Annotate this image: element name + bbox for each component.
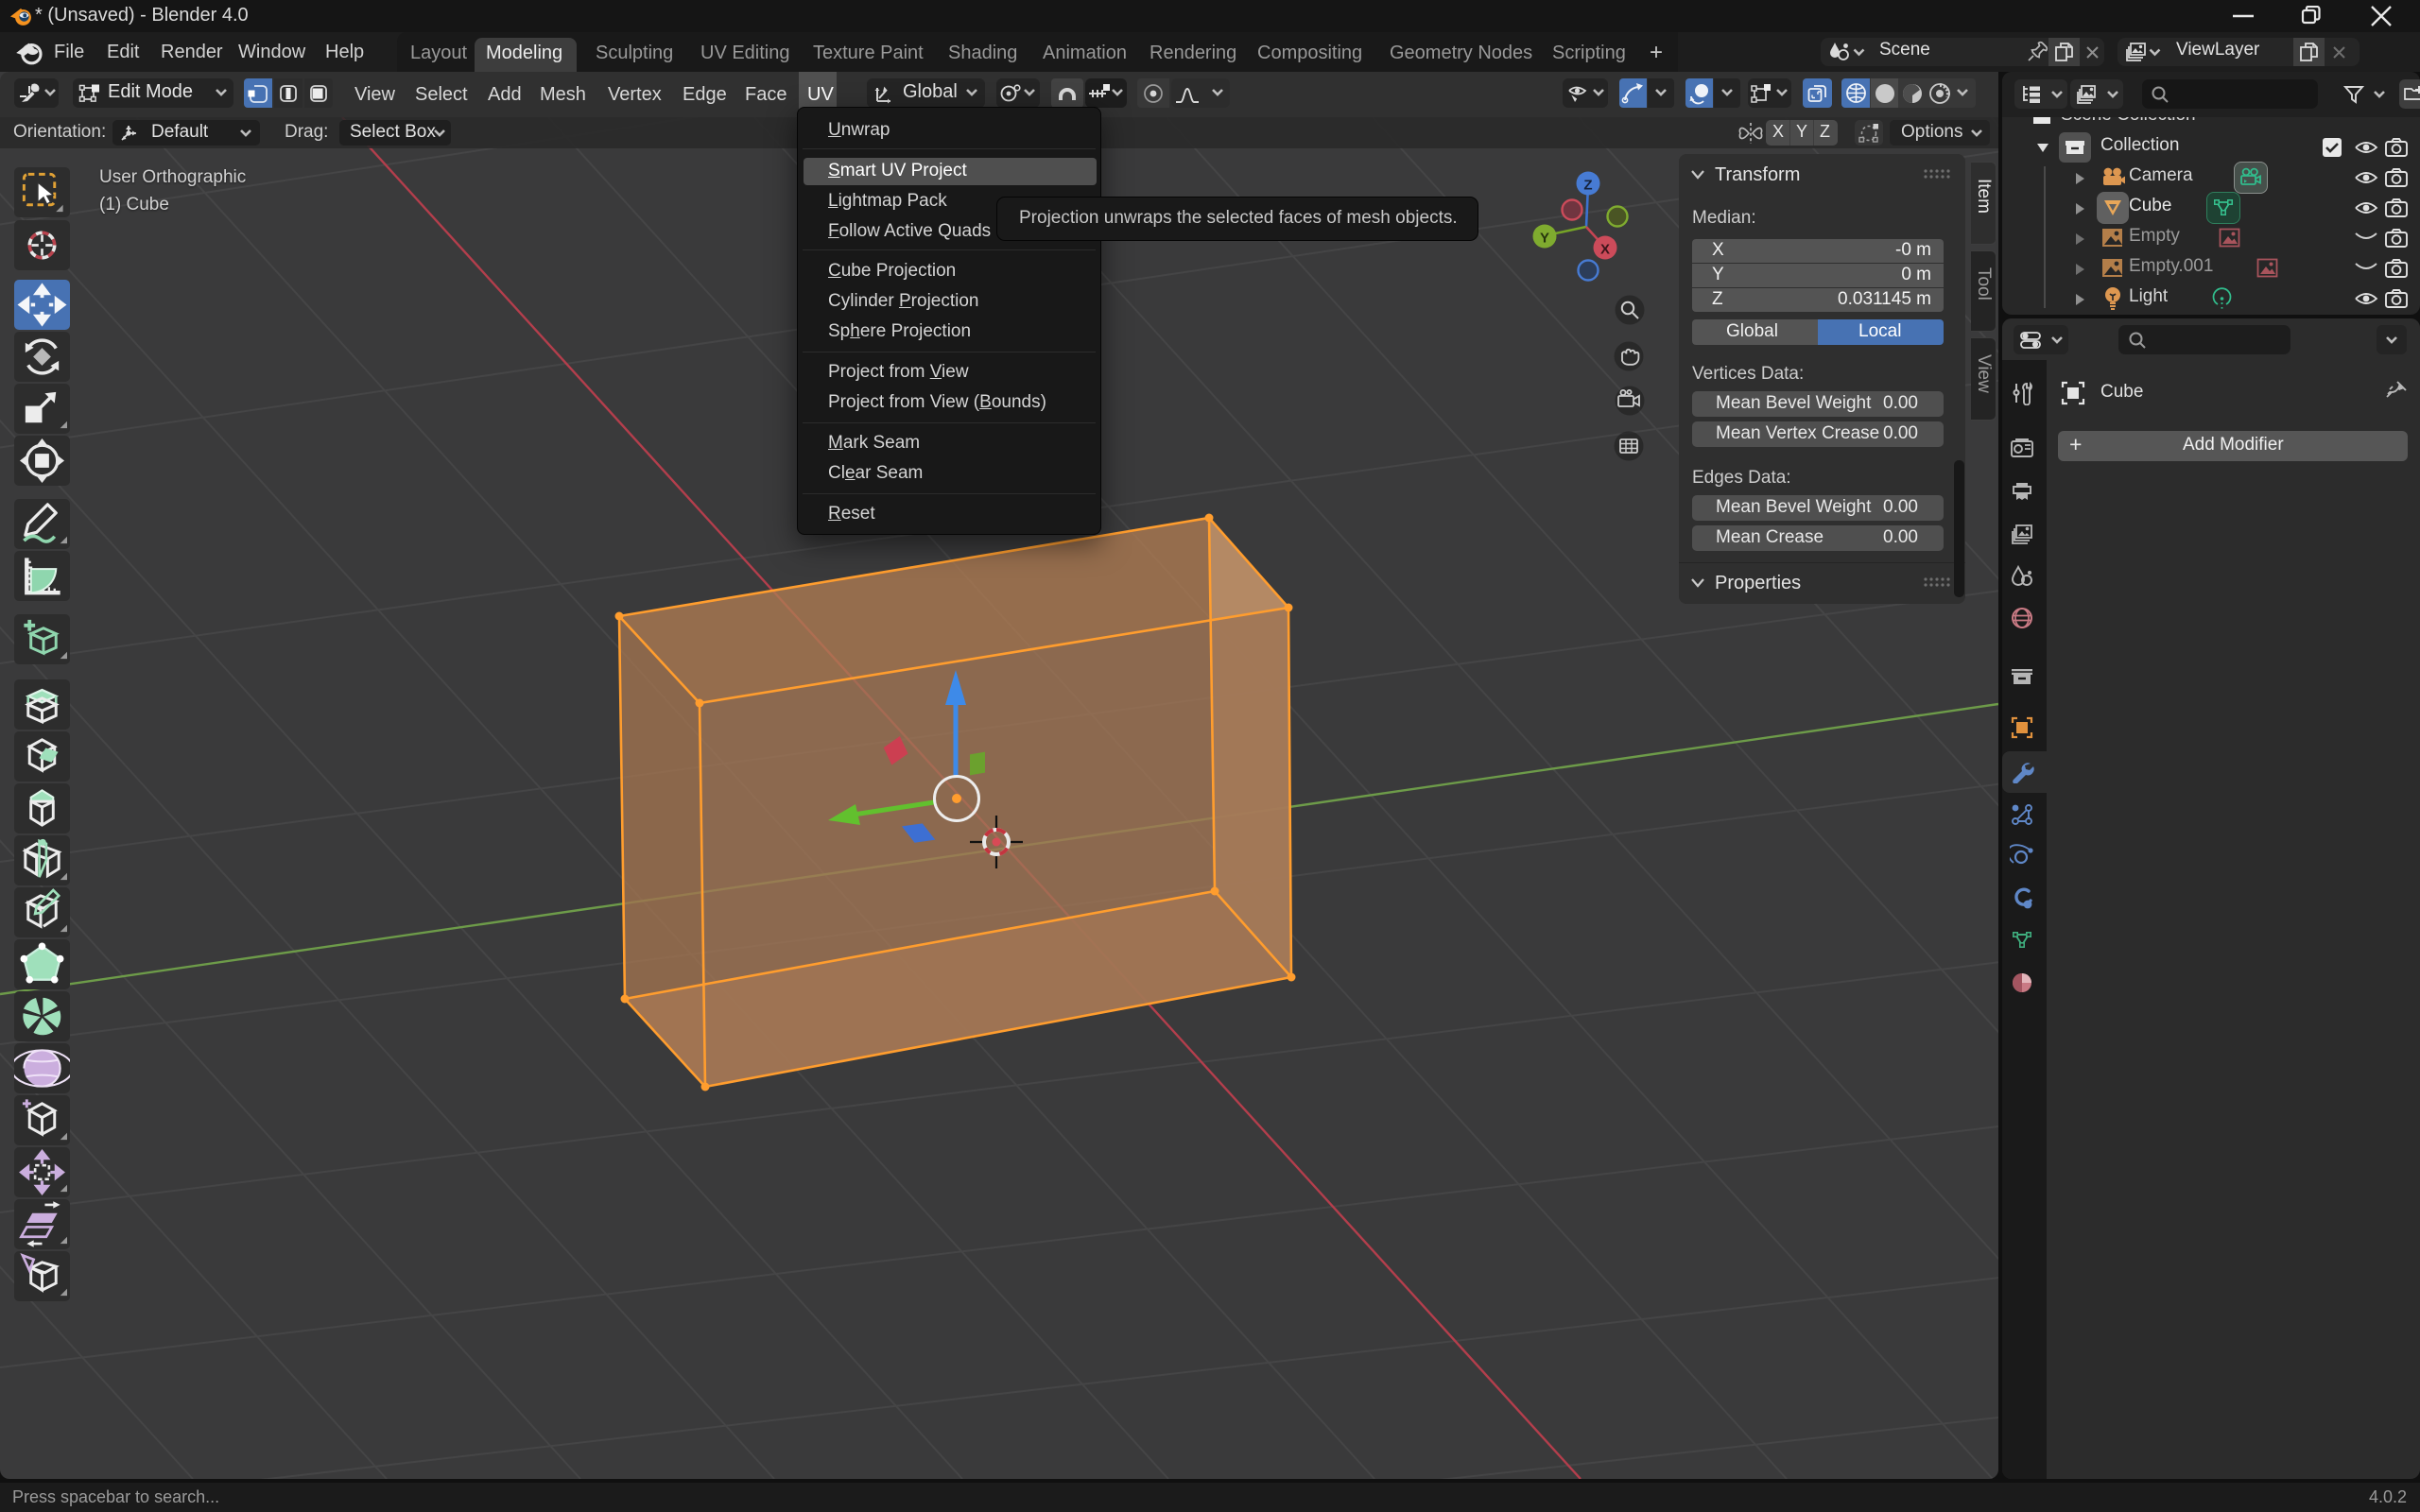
svg-text:Z: Z <box>1583 178 1592 194</box>
svg-text:X: X <box>1600 242 1610 258</box>
svg-text:Y: Y <box>1540 231 1549 247</box>
